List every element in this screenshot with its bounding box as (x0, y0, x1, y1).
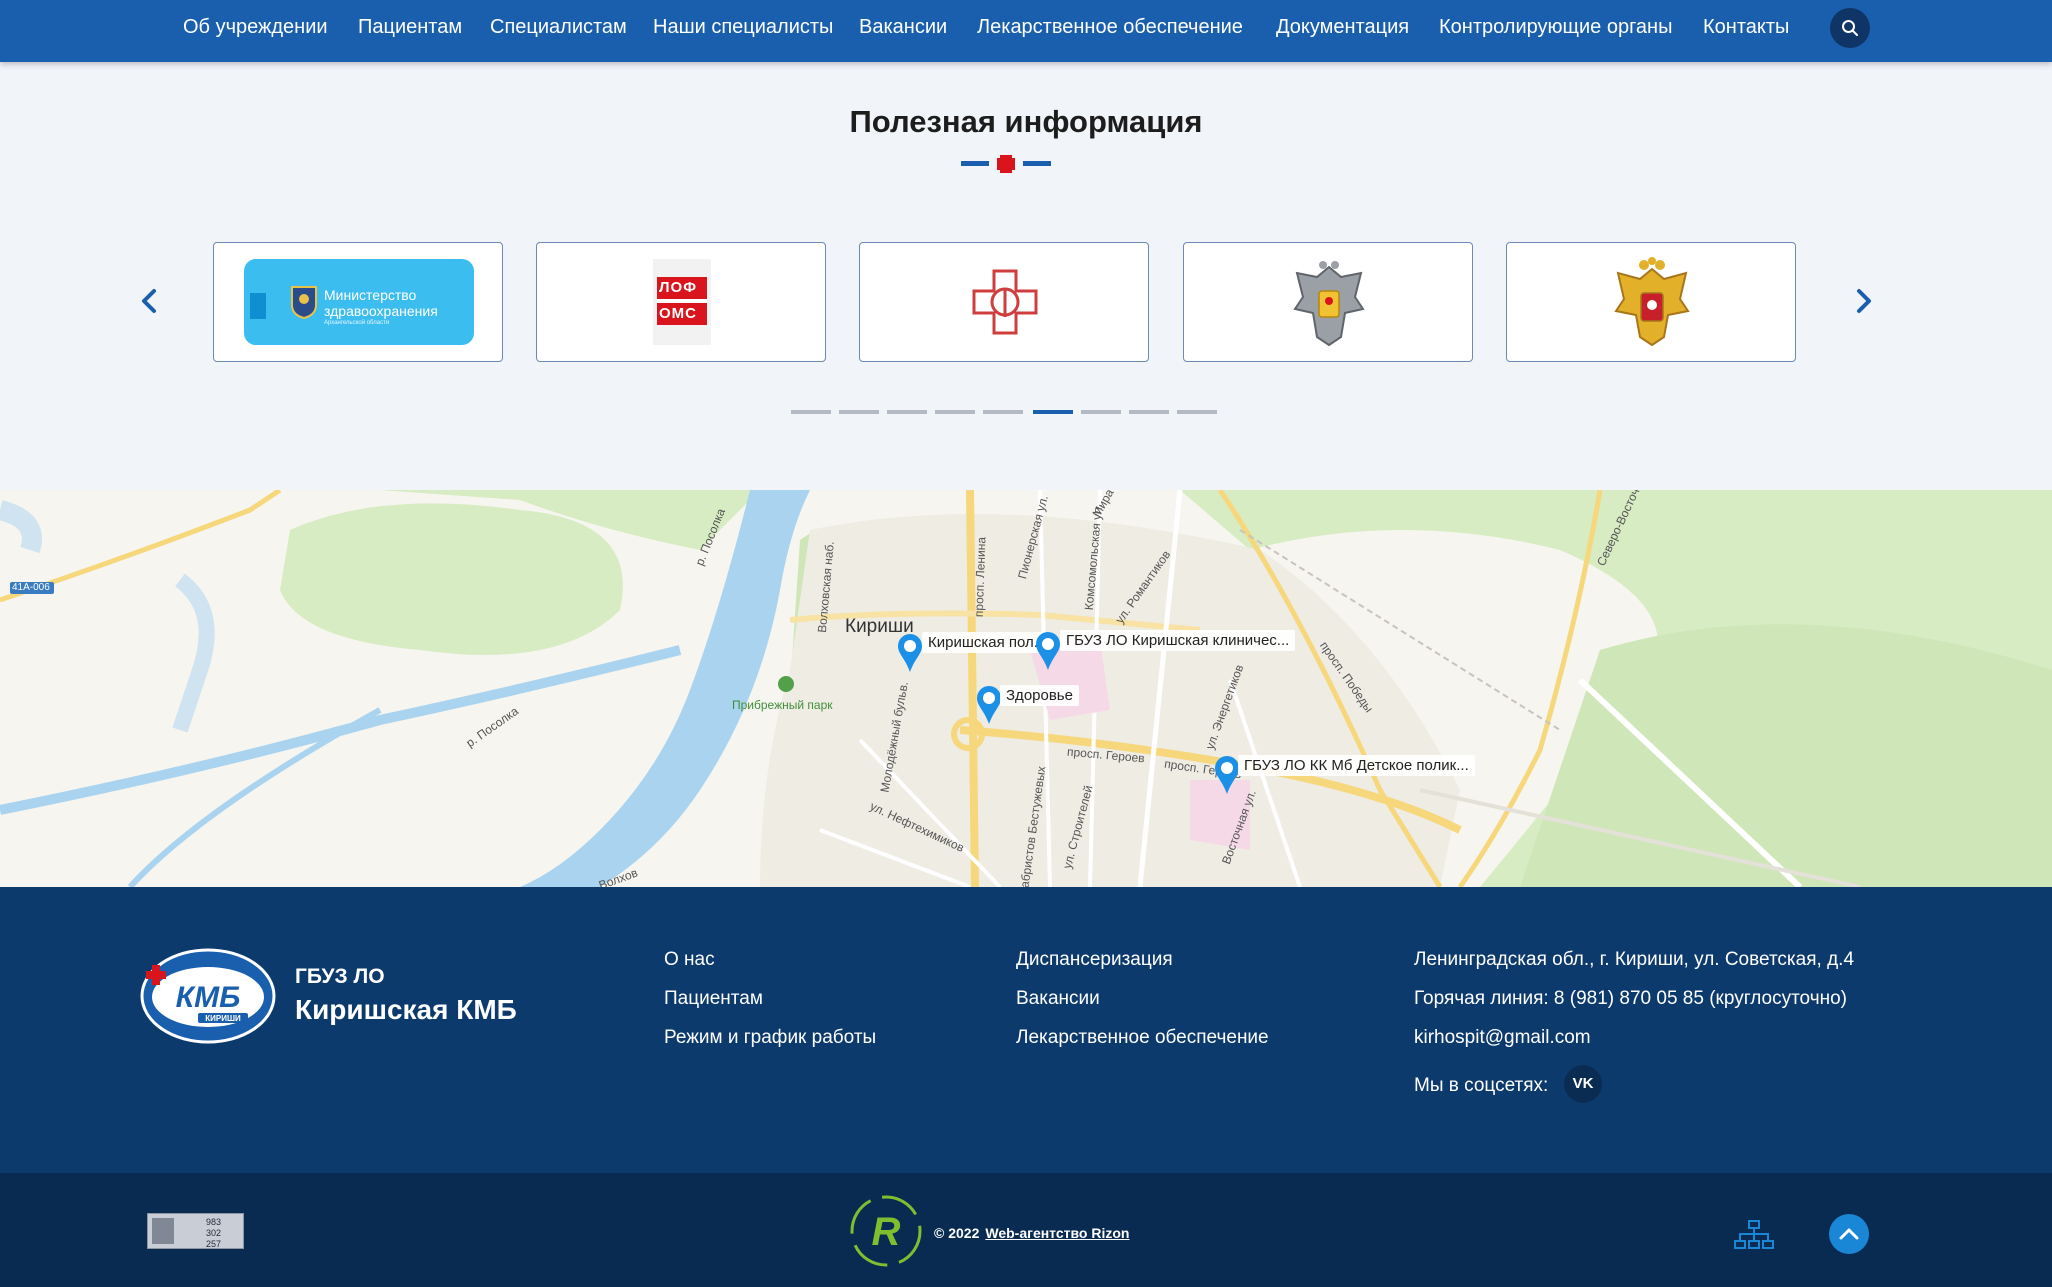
map-pin-label[interactable]: ГБУЗ ЛО КК Мб Детское полик... (1238, 755, 1475, 776)
pagination-dot[interactable] (839, 410, 879, 414)
footer-link-patients[interactable]: Пациентам (664, 988, 763, 1010)
footer-link-about[interactable]: О нас (664, 949, 715, 971)
park-icon (778, 676, 794, 692)
footer-link-schedule[interactable]: Режим и график работы (664, 1027, 876, 1049)
rizon-logo-icon[interactable]: R (846, 1191, 926, 1271)
search-button[interactable] (1830, 8, 1870, 48)
footer-link-dispensary[interactable]: Диспансеризация (1016, 949, 1173, 971)
footer-link-drug-supply[interactable]: Лекарственное обеспечение (1016, 1027, 1269, 1049)
map-pin-icon[interactable] (1033, 630, 1063, 672)
pagination-dot[interactable] (1129, 410, 1169, 414)
red-cross-emblem-icon (972, 269, 1038, 335)
nav-item-specialists[interactable]: Специалистам (490, 16, 627, 39)
nav-item-our-specialists[interactable]: Наши специалисты (653, 16, 833, 39)
kmb-logo[interactable]: КМБ КИРИШИ (140, 947, 276, 1045)
pagination-dot[interactable] (935, 410, 975, 414)
footer-email[interactable]: kirhospit@gmail.com (1414, 1027, 1591, 1049)
partner-card-rospotrebnadzor[interactable] (1183, 242, 1473, 362)
pagination-dot[interactable] (1081, 410, 1121, 414)
nav-item-drug-supply[interactable]: Лекарственное обеспечение (977, 16, 1243, 39)
counter-chart-icon (152, 1218, 174, 1244)
footer-social-label: Мы в соцсетях: (1414, 1075, 1549, 1096)
nav-item-vacancies[interactable]: Вакансии (859, 16, 947, 39)
map-pin-icon[interactable] (895, 632, 925, 674)
footer-link-vacancies[interactable]: Вакансии (1016, 988, 1100, 1010)
top-navigation: Об учреждении Пациентам Специалистам Наш… (0, 0, 2052, 62)
map-pin-label[interactable]: Здоровье (1000, 685, 1079, 706)
copyright: © 2022 Web-агентство Rizon (934, 1225, 1130, 1241)
nav-item-patients[interactable]: Пациентам (358, 16, 462, 39)
org-name-line2: Киришская КМБ (295, 994, 517, 1025)
coat-of-arms-icon (291, 286, 317, 319)
location-map[interactable]: 41А-006 Кириши Прибрежный парк р. Посолк… (0, 490, 2052, 887)
map-park-label: Прибрежный парк (732, 698, 833, 712)
scroll-to-top-button[interactable] (1829, 1214, 1869, 1254)
footer: КМБ КИРИШИ ГБУЗ ЛО Киришская КМБ О нас П… (0, 887, 2052, 1173)
footer-address: Ленинградская обл., г. Кириши, ул. Совет… (1414, 949, 1855, 970)
pagination-dot[interactable] (791, 410, 831, 414)
pagination-dot-active[interactable] (1033, 410, 1073, 414)
lofoms-logo: ЛОФ ОМС (653, 259, 711, 345)
map-pin-label[interactable]: ГБУЗ ЛО Киришская клиничес... (1060, 630, 1296, 651)
double-eagle-grey-icon (1293, 261, 1365, 347)
visit-counter[interactable]: 983 302 257 (147, 1213, 244, 1249)
nav-item-about[interactable]: Об учреждении (183, 16, 328, 39)
partner-card-ministry[interactable]: Министерство здравоохранения Архангельск… (213, 242, 503, 362)
vk-icon: VK (1572, 1075, 1594, 1092)
svg-text:R: R (872, 1210, 901, 1254)
partner-card-roszdravnadzor[interactable] (859, 242, 1149, 362)
partner-card-russia[interactable] (1506, 242, 1796, 362)
footer-hotline[interactable]: Горячая линия: 8 (981) 870 05 85 (кругло… (1414, 988, 1847, 1010)
title-divider-icon (961, 155, 1051, 173)
pagination-dot[interactable] (887, 410, 927, 414)
nav-item-documentation[interactable]: Документация (1276, 16, 1409, 39)
carousel-next-arrow-icon[interactable] (1848, 286, 1878, 316)
section-title: Полезная информация (849, 104, 1203, 139)
vk-button[interactable]: VK (1564, 1065, 1602, 1103)
svg-text:КМБ: КМБ (176, 981, 241, 1014)
nav-item-contacts[interactable]: Контакты (1703, 16, 1789, 39)
agency-link[interactable]: Web-агентство Rizon (985, 1225, 1129, 1241)
pagination-dot[interactable] (1177, 410, 1217, 414)
nav-item-control-bodies[interactable]: Контролирующие органы (1439, 16, 1672, 39)
sitemap-icon[interactable] (1734, 1220, 1774, 1250)
svg-text:КИРИШИ: КИРИШИ (205, 1014, 241, 1023)
carousel-prev-arrow-icon[interactable] (135, 286, 165, 316)
partner-card-lofoms[interactable]: ЛОФ ОМС (536, 242, 826, 362)
road-shield-label: 41А-006 (12, 582, 50, 593)
org-name-line1: ГБУЗ ЛО (295, 965, 385, 988)
search-icon (1842, 20, 1858, 36)
pagination-dot[interactable] (983, 410, 1023, 414)
ministry-logo: Министерство здравоохранения Архангельск… (244, 259, 474, 345)
bottom-bar: 983 302 257 R © 2022 Web-агентство Rizon (0, 1173, 2052, 1287)
russia-coat-of-arms-icon (1614, 257, 1690, 347)
chevron-up-icon (1839, 1228, 1859, 1240)
